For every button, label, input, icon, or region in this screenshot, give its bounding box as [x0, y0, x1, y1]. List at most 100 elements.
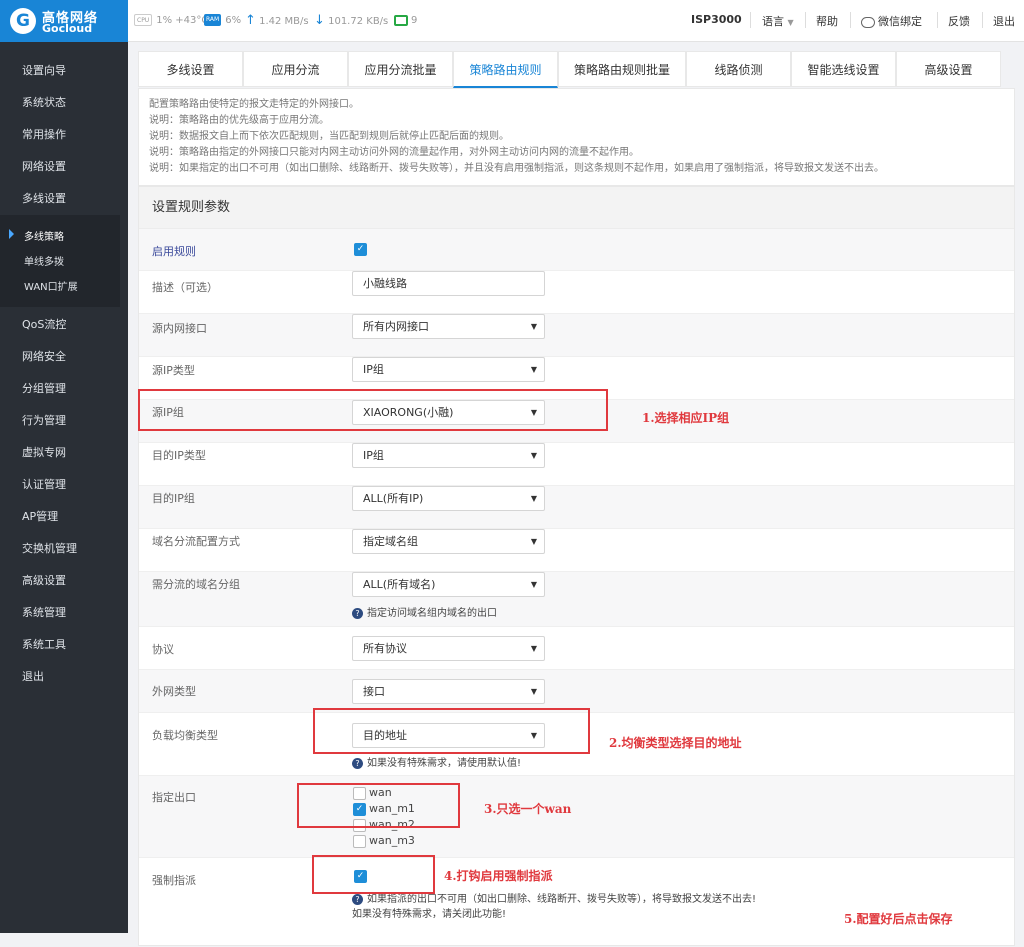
- tab-line-detect[interactable]: 线路侦测: [686, 51, 791, 87]
- sidebar-item-network-security[interactable]: 网络安全: [22, 348, 66, 364]
- tab-app-split-batch[interactable]: 应用分流批量: [348, 51, 453, 87]
- force-hint-text-2: 如果没有特殊需求，请关闭此功能!: [352, 909, 507, 920]
- sidebar-item-network-settings[interactable]: 网络设置: [22, 158, 66, 174]
- sidebar-item-advanced[interactable]: 高级设置: [22, 572, 66, 588]
- notice-line: 配置策略路由使特定的报文走特定的外网接口。: [149, 99, 359, 110]
- annotation-step-4: 4.打钩启用强制指派: [444, 869, 553, 883]
- sidebar-item-common-ops[interactable]: 常用操作: [22, 126, 66, 142]
- form-row-dst-ip-group: 目的IP组 ALL(所有IP) ▼: [139, 486, 1014, 529]
- cpu-text: 1% +43°C: [156, 15, 209, 26]
- annotation-box-ip-group: [138, 389, 608, 431]
- devices-status[interactable]: 9: [394, 13, 417, 29]
- brand-name-en: Gocloud: [42, 22, 93, 35]
- divider: [982, 12, 983, 28]
- upload-speed: 1.42 MB/s: [259, 16, 309, 27]
- divider: [750, 12, 751, 28]
- dropdown-arrow-icon: ▼: [530, 322, 537, 331]
- monitor-icon: [394, 14, 408, 26]
- chevron-down-icon: ▼: [787, 18, 794, 27]
- wechat-icon: [861, 16, 875, 28]
- help-icon: ?: [352, 757, 363, 769]
- divider: [937, 12, 938, 28]
- divider: [850, 12, 851, 28]
- tab-advanced[interactable]: 高级设置: [896, 51, 1001, 87]
- form-row-wan-type: 外网类型 接口 ▼: [139, 670, 1014, 713]
- sidebar-item-auth-mgmt[interactable]: 认证管理: [22, 476, 66, 492]
- src-ip-type-select[interactable]: IP组 ▼: [352, 357, 545, 382]
- device-count: 9: [411, 15, 418, 26]
- cpu-icon: CPU: [134, 14, 153, 26]
- src-if-select[interactable]: 所有内网接口 ▼: [352, 314, 545, 339]
- src-if-label: 源内网接口: [152, 322, 207, 335]
- domain-mode-value: 指定域名组: [363, 535, 418, 548]
- sidebar-subitem-single-multidial[interactable]: 单线多拨: [24, 253, 64, 268]
- download-status: ↓ 101.72 KB/s: [314, 13, 388, 29]
- dst-ip-type-value: IP组: [363, 449, 384, 462]
- dropdown-arrow-icon: ▼: [530, 365, 537, 374]
- enable-rule-checkbox[interactable]: ✓: [354, 243, 367, 256]
- dst-ip-group-select[interactable]: ALL(所有IP) ▼: [352, 486, 545, 511]
- sidebar-subitem-multiline-policy[interactable]: 多线策略: [24, 228, 64, 243]
- tab-multiline-settings[interactable]: 多线设置: [138, 51, 243, 87]
- wechat-bind-link[interactable]: 微信绑定: [861, 13, 922, 29]
- language-label: 语言: [762, 15, 784, 28]
- dst-ip-type-select[interactable]: IP组 ▼: [352, 443, 545, 468]
- sidebar-item-switch-mgmt[interactable]: 交换机管理: [22, 540, 77, 556]
- domain-group-label: 需分流的域名分组: [152, 578, 240, 591]
- help-link[interactable]: 帮助: [816, 13, 838, 29]
- wan-type-select[interactable]: 接口 ▼: [352, 679, 545, 704]
- sidebar-item-vpn[interactable]: 虚拟专网: [22, 444, 66, 460]
- wechat-label: 微信绑定: [878, 15, 922, 28]
- sidebar-item-setup-wizard[interactable]: 设置向导: [22, 62, 66, 78]
- annotation-step-1: 1.选择相应IP组: [642, 411, 730, 425]
- sidebar-item-qos[interactable]: QoS流控: [22, 316, 66, 332]
- language-menu[interactable]: 语言 ▼: [762, 13, 794, 29]
- sidebar-item-behavior-mgmt[interactable]: 行为管理: [22, 412, 66, 428]
- force-label: 强制指派: [152, 874, 196, 887]
- tab-bar: 多线设置 应用分流 应用分流批量 策略路由规则 策略路由规则批量 线路侦测 智能…: [138, 51, 1001, 88]
- sidebar-item-system-status[interactable]: 系统状态: [22, 94, 66, 110]
- sidebar-item-system-mgmt[interactable]: 系统管理: [22, 604, 66, 620]
- gocloud-logo-icon: G: [10, 8, 36, 34]
- exit-checkbox-wan-m3[interactable]: [353, 835, 366, 848]
- ram-status: RAM 6%: [204, 13, 241, 29]
- dst-ip-group-value: ALL(所有IP): [363, 492, 424, 505]
- upload-status: ↑ 1.42 MB/s: [245, 13, 309, 29]
- domain-group-select[interactable]: ALL(所有域名) ▼: [352, 572, 545, 597]
- enable-rule-label: 启用规则: [152, 245, 196, 258]
- sidebar-subitem-wan-expand[interactable]: WAN口扩展: [24, 278, 78, 293]
- help-icon: ?: [352, 607, 363, 619]
- protocol-select[interactable]: 所有协议 ▼: [352, 636, 545, 661]
- sidebar-item-ap-mgmt[interactable]: AP管理: [22, 508, 58, 524]
- top-bar: G 高恪网络 Gocloud CPU 1% +43°C RAM 6% ↑ 1.42 …: [0, 0, 1024, 42]
- annotation-box-load-balance: [313, 708, 590, 754]
- notice-line: 说明：策略路由指定的外网接口只能对内网主动访问外网的流量起作用，对外网主动访问内…: [149, 147, 639, 158]
- upload-arrow-icon: ↑: [245, 13, 256, 28]
- exit-option-wan-m3: wan_m3: [369, 834, 415, 847]
- dropdown-arrow-icon: ▼: [530, 644, 537, 653]
- sidebar-item-group-mgmt[interactable]: 分组管理: [22, 380, 66, 396]
- form-row-exit: 指定出口 wan ✓ wan_m1 wan_m2 wan_m3: [139, 776, 1014, 858]
- load-balance-hint: ? 如果没有特殊需求，请使用默认值!: [352, 754, 521, 769]
- tab-app-split[interactable]: 应用分流: [243, 51, 348, 87]
- dropdown-arrow-icon: ▼: [530, 580, 537, 589]
- logout-link[interactable]: 退出: [993, 13, 1015, 29]
- tab-smart-select[interactable]: 智能选线设置: [791, 51, 896, 87]
- download-speed: 101.72 KB/s: [328, 16, 389, 27]
- domain-mode-label: 域名分流配置方式: [152, 535, 240, 548]
- sidebar-item-system-tools[interactable]: 系统工具: [22, 636, 66, 652]
- sidebar-item-logout[interactable]: 退出: [22, 668, 44, 684]
- src-ip-type-label: 源IP类型: [152, 364, 195, 377]
- desc-label: 描述（可选）: [152, 281, 218, 294]
- desc-input[interactable]: 小融线路: [352, 271, 545, 296]
- ram-icon: RAM: [204, 14, 222, 26]
- brand-logo[interactable]: G 高恪网络 Gocloud: [0, 0, 128, 42]
- domain-mode-select[interactable]: 指定域名组 ▼: [352, 529, 545, 554]
- domain-group-hint: ? 指定访问域名组内域名的出口: [352, 604, 497, 619]
- tab-policy-route-rule[interactable]: 策略路由规则: [453, 51, 558, 88]
- protocol-value: 所有协议: [363, 642, 407, 655]
- sidebar-item-multiline-settings[interactable]: 多线设置: [22, 190, 66, 206]
- divider: [805, 12, 806, 28]
- tab-policy-route-batch[interactable]: 策略路由规则批量: [558, 51, 686, 87]
- feedback-link[interactable]: 反馈: [948, 13, 970, 29]
